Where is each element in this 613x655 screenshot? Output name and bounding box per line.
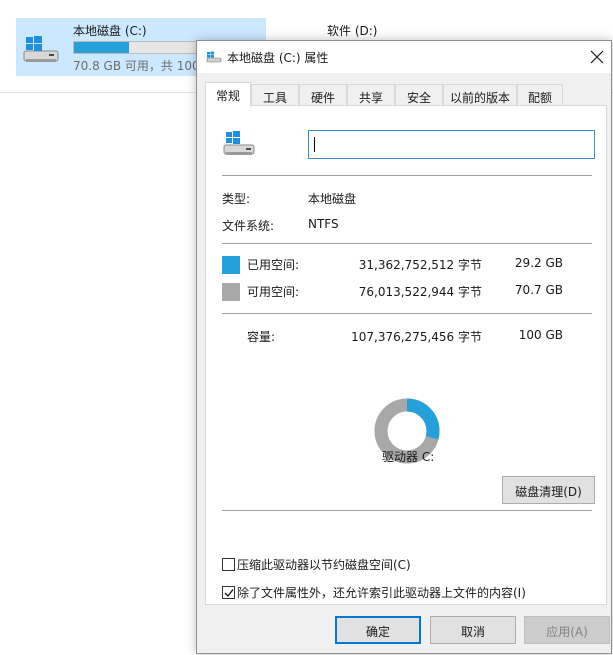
type-value: 本地磁盘 — [308, 192, 357, 206]
tab-tools[interactable]: 工具 — [251, 84, 299, 106]
disk-cleanup-button[interactable]: 磁盘清理(D) — [502, 476, 595, 504]
dialog-titlebar[interactable]: 本地磁盘 (C:) 属性 — [197, 41, 611, 73]
general-tab-panel: 类型: 本地磁盘 文件系统: NTFS 已用空间: 31,362,752,512… — [205, 105, 607, 605]
drive-name-input[interactable] — [308, 130, 595, 159]
separator — [222, 313, 592, 314]
type-label: 类型: — [222, 192, 251, 206]
compress-label: 压缩此驱动器以节约磁盘空间(C) — [237, 558, 411, 572]
index-checkbox[interactable] — [222, 586, 235, 599]
drive-d-name[interactable]: 软件 (D:) — [327, 22, 377, 39]
checkmark-icon — [224, 589, 234, 598]
capacity-label: 容量: — [247, 330, 276, 344]
free-space-size: 70.7 GB — [514, 283, 563, 297]
filesystem-value: NTFS — [308, 217, 339, 231]
free-space-label: 可用空间: — [247, 285, 300, 299]
index-label: 除了文件属性外，还允许索引此驱动器上文件的内容(I) — [237, 586, 526, 600]
drive-letter-label: 驱动器 C: — [382, 450, 435, 464]
used-space-label: 已用空间: — [247, 258, 300, 272]
used-space-bytes: 31,362,752,512 字节 — [358, 258, 482, 272]
ok-button[interactable]: 确定 — [335, 616, 421, 644]
tab-general[interactable]: 常规 — [205, 82, 251, 107]
apply-button[interactable]: 应用(A) — [524, 616, 610, 644]
compress-checkbox[interactable] — [222, 558, 235, 571]
hard-drive-windows-icon — [223, 131, 255, 155]
used-space-swatch — [222, 256, 240, 274]
dialog-title: 本地磁盘 (C:) 属性 — [227, 51, 329, 65]
dialog-tabs: 常规 工具 硬件 共享 安全 以前的版本 配额 — [205, 82, 565, 107]
capacity-bytes: 107,376,275,456 字节 — [351, 330, 482, 344]
tab-quota[interactable]: 配额 — [517, 84, 563, 106]
tab-sharing[interactable]: 共享 — [347, 84, 395, 106]
tab-previous-versions[interactable]: 以前的版本 — [443, 84, 517, 106]
separator — [222, 175, 592, 176]
drive-c-usage-fill — [74, 42, 129, 53]
separator — [222, 510, 592, 511]
drive-properties-dialog: 本地磁盘 (C:) 属性 常规 工具 硬件 共享 安全 以前的版本 配额 类型:… — [196, 40, 612, 654]
hard-drive-windows-icon — [23, 36, 59, 62]
drive-c-free-text: 70.8 GB 可用，共 100 — [73, 59, 200, 73]
cancel-button[interactable]: 取消 — [430, 616, 516, 644]
separator — [222, 243, 592, 244]
capacity-size: 100 GB — [518, 328, 563, 342]
close-icon — [590, 50, 604, 64]
close-button[interactable] — [583, 41, 611, 73]
free-space-swatch — [222, 283, 240, 301]
free-space-bytes: 76,013,522,944 字节 — [358, 285, 482, 299]
text-caret — [314, 137, 315, 152]
used-space-size: 29.2 GB — [514, 256, 563, 270]
tab-hardware[interactable]: 硬件 — [299, 84, 347, 106]
tab-security[interactable]: 安全 — [395, 84, 443, 106]
hard-drive-windows-icon — [206, 51, 222, 63]
filesystem-label: 文件系统: — [222, 219, 275, 233]
drive-c-name: 本地磁盘 (C:) — [73, 24, 147, 38]
